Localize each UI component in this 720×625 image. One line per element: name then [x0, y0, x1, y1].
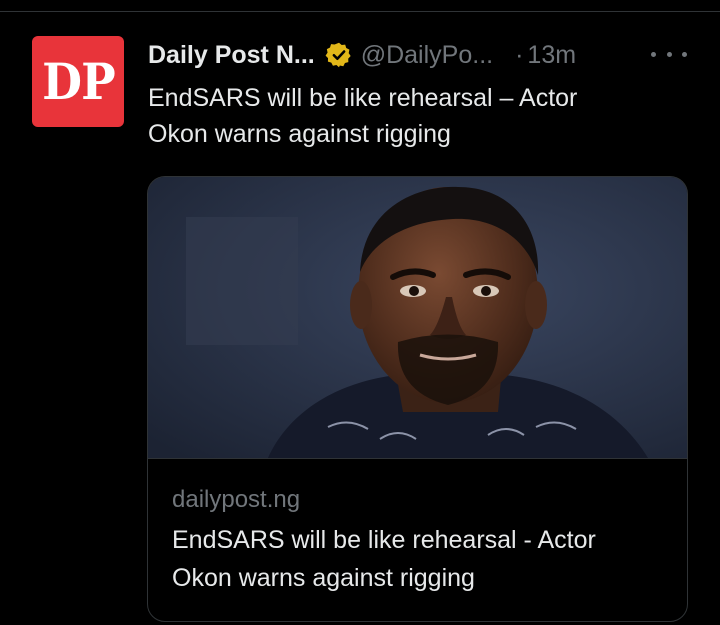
timestamp[interactable]: 13m [527, 41, 576, 70]
more-dot [651, 51, 656, 57]
more-options-icon[interactable] [651, 42, 687, 66]
card-domain: dailypost.ng [172, 486, 301, 513]
more-dot [682, 51, 687, 57]
tweet-header: Daily Post N... @DailyPo... · 13m [148, 38, 698, 72]
tweet-text-line: Okon warns against rigging [148, 120, 451, 148]
card-title-line: EndSARS will be like rehearsal - Actor [172, 526, 596, 554]
avatar-logo-text: DP [41, 52, 116, 111]
link-card[interactable]: dailypost.ng EndSARS will be like rehear… [147, 176, 688, 622]
tweet-text: EndSARS will be like rehearsal – Actor O… [148, 80, 688, 152]
card-title-line: Okon warns against rigging [172, 564, 475, 592]
verified-badge-icon[interactable] [325, 41, 353, 69]
separator-dot: · [515, 40, 524, 69]
card-image[interactable] [148, 177, 687, 458]
display-name[interactable]: Daily Post N... [148, 41, 315, 70]
portrait-image [148, 177, 687, 458]
avatar[interactable]: DP [32, 36, 124, 127]
card-title: EndSARS will be like rehearsal - Actor O… [172, 521, 672, 597]
more-dot [666, 51, 672, 57]
handle[interactable]: @DailyPo... [361, 41, 493, 70]
card-body[interactable]: dailypost.ng EndSARS will be like rehear… [148, 458, 687, 621]
top-divider [0, 11, 720, 12]
tweet-text-line: EndSARS will be like rehearsal – Actor [148, 84, 578, 112]
